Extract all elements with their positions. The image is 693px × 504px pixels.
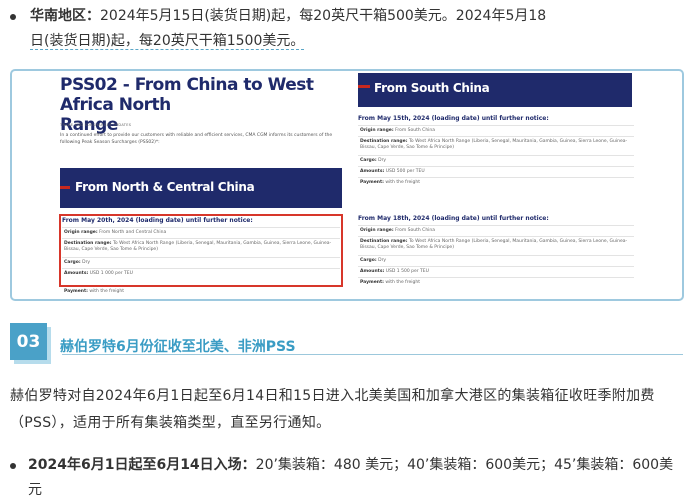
south1-amounts-row: Amounts: USD 500 per TEU	[360, 169, 425, 174]
south1-destination-row: Destination range: To West Africa North …	[360, 139, 628, 150]
region-text-line1: 2024年5月15日(装货日期)起，每20英尺干箱500美元。2024年5月18	[100, 8, 547, 24]
south-period-1: From May 15th, 2024 (loading date) until…	[358, 115, 549, 122]
divider	[358, 177, 634, 178]
south1-origin-row: Origin range: From South China	[360, 128, 436, 133]
divider	[358, 236, 634, 237]
south2-cargo-row: Cargo: Dry	[360, 258, 387, 263]
divider	[358, 266, 634, 267]
south-banner-tick	[358, 85, 370, 88]
region-text-line2: 日(装货日期)起，每20英尺干箱1500美元。	[30, 33, 305, 50]
south2-payment-row: Payment: with the freight	[360, 280, 420, 285]
top-bullet-item: 华南地区：2024年5月15日(装货日期)起，每20英尺干箱500美元。2024…	[10, 4, 680, 54]
divider	[358, 136, 634, 137]
south2-origin-row: Origin range: From South China	[360, 228, 436, 233]
north-origin-row: Origin range: From North and Central Chi…	[64, 230, 167, 235]
north-banner-tick	[60, 186, 70, 189]
south-period-2: From May 18th, 2024 (loading date) until…	[358, 215, 549, 222]
divider	[358, 255, 634, 256]
top-bullet-content: 华南地区：2024年5月15日(装货日期)起，每20英尺干箱500美元。2024…	[10, 4, 680, 54]
north-cargo-row: Cargo: Dry	[64, 260, 91, 265]
north-period: From May 20th, 2024 (loading date) until…	[62, 217, 253, 224]
bottom-bullet-item: 2024年6月1日起至6月14日入场：20’集装箱：480 美元；40’集装箱：…	[10, 453, 685, 503]
north-payment-row: Payment: with the freight	[64, 289, 124, 294]
divider	[62, 238, 340, 239]
section-title: 赫伯罗特6月份征收至北美、非洲PSS	[60, 339, 296, 355]
north-amounts-row: Amounts: USD 1 000 per TEU	[64, 271, 133, 276]
notice-subtitle: TRADE AND SURCHARGES UPDATES	[60, 123, 132, 127]
section-underline	[62, 354, 683, 355]
bullet-dot	[10, 463, 16, 469]
divider	[358, 125, 634, 126]
divider	[358, 155, 634, 156]
north-central-banner: From North & Central China	[60, 168, 342, 208]
section-number-badge: 03	[10, 323, 47, 360]
bottom-bullet-content: 2024年6月1日起至6月14日入场：20’集装箱：480 美元；40’集装箱：…	[10, 453, 685, 503]
south1-cargo-row: Cargo: Dry	[360, 158, 387, 163]
south2-amounts-row: Amounts: USD 1 500 per TEU	[360, 269, 429, 274]
divider	[358, 225, 634, 226]
date-range-label: 2024年6月1日起至6月14日入场：	[28, 457, 256, 473]
notice-title-line1: PSS02 - From China to West Africa North	[60, 75, 314, 115]
south1-payment-row: Payment: with the freight	[360, 180, 420, 185]
body-paragraph: 赫伯罗特对自2024年6月1日起至6月14日和15日进入北美美国和加拿大港区的集…	[10, 388, 655, 431]
notice-screenshot: PSS02 - From China to West Africa North …	[10, 69, 684, 301]
north-central-label: From North & Central China	[75, 180, 255, 194]
divider	[62, 268, 340, 269]
notice-intro: In a continued effort to provide our cus…	[60, 133, 333, 145]
bullet-dot	[10, 14, 16, 20]
region-label: 华南地区：	[30, 8, 100, 24]
divider	[358, 166, 634, 167]
divider	[358, 277, 634, 278]
north-destination-row: Destination range: To West Africa North …	[64, 241, 332, 252]
south2-destination-row: Destination range: To West Africa North …	[360, 239, 628, 250]
south-china-banner: From South China	[358, 73, 632, 107]
divider	[62, 227, 340, 228]
south-china-label: From South China	[374, 81, 490, 95]
divider	[62, 257, 340, 258]
